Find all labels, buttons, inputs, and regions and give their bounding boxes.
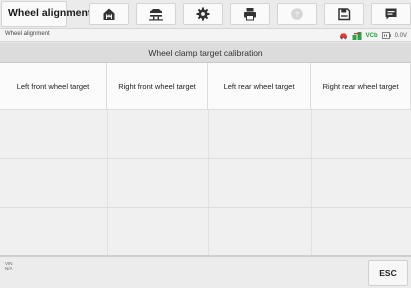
connection-status: VCb 0.0V [339, 30, 407, 41]
breadcrumb: Wheel alignment [5, 31, 50, 37]
column-divider [208, 109, 209, 255]
column-header-left-front: Left front wheel target [0, 63, 107, 109]
column-divider [107, 109, 108, 255]
settings-button[interactable] [183, 3, 223, 25]
gear-icon [196, 7, 210, 21]
car-icon [339, 33, 347, 40]
column-header-right-rear: Right rear wheel target [311, 63, 411, 109]
save-icon [338, 8, 351, 21]
battery-icon [381, 32, 391, 39]
vehicle-info-value: N/A [5, 266, 13, 271]
vehicle-lift-button[interactable] [136, 3, 176, 25]
row-divider [0, 109, 411, 110]
row-divider [0, 207, 411, 208]
status-bar: Wheel alignment VCb 0.0V [0, 28, 411, 42]
vehicle-info: VIN N/A [5, 261, 13, 271]
row-divider [0, 158, 411, 159]
column-divider [311, 109, 312, 255]
bottom-bar: VIN N/A ESC [0, 257, 411, 288]
voltage-readout: 0.0V [394, 32, 407, 39]
message-icon [385, 8, 397, 20]
message-button[interactable] [371, 3, 411, 25]
section-title: Wheel clamp target calibration [0, 43, 411, 63]
calibration-table: Left front wheel target Right front whee… [0, 63, 411, 255]
column-header-left-rear: Left rear wheel target [208, 63, 311, 109]
app-title-box: Wheel alignment [1, 1, 91, 27]
home-button[interactable] [89, 3, 129, 25]
vci-connection-icon [352, 31, 362, 40]
app-title: Wheel alignment [8, 7, 92, 19]
column-header-right-front: Right front wheel target [107, 63, 208, 109]
vcb-label: VCb [365, 32, 378, 39]
help-icon: ? [291, 8, 303, 20]
vehicle-lift-icon [149, 9, 163, 21]
top-toolbar: Wheel alignment ? [0, 0, 411, 28]
printer-icon [244, 8, 256, 21]
print-button[interactable] [230, 3, 270, 25]
svg-text:?: ? [295, 12, 299, 19]
save-button[interactable] [324, 3, 364, 25]
esc-button[interactable]: ESC [368, 260, 408, 286]
help-button[interactable]: ? [277, 3, 317, 25]
home-icon [103, 8, 115, 20]
